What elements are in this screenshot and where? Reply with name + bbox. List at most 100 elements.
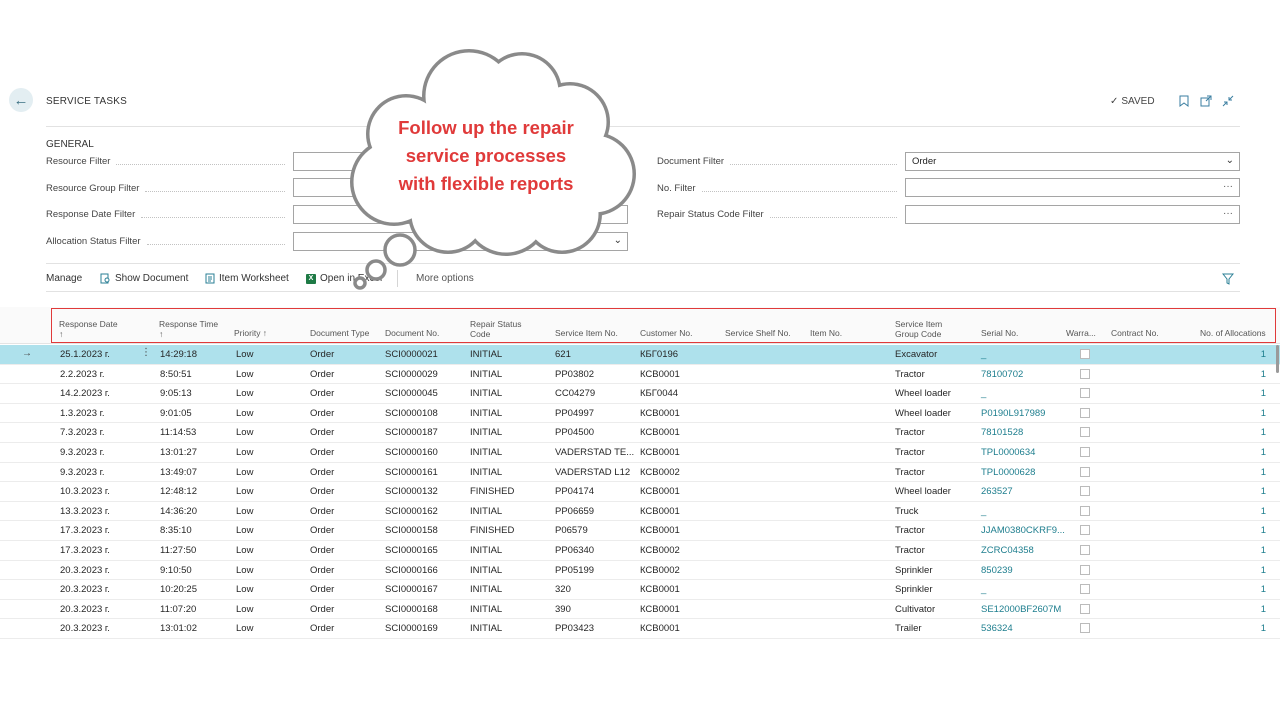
table-row[interactable]: 20.3.2023 г. 10:20:25 Low Order SCI0000167 IN… — [0, 580, 1280, 600]
repair-status-code-filter-input[interactable]: ··· — [905, 205, 1240, 224]
cell-allocations[interactable]: 1 — [1230, 525, 1266, 536]
cell-doc-no[interactable]: SCI0000132 — [385, 486, 438, 497]
document-filter-select[interactable]: Order ⌄ — [905, 152, 1240, 171]
cell-priority: Low — [236, 545, 254, 556]
cell-allocations[interactable]: 1 — [1230, 467, 1266, 478]
table-row[interactable]: 20.3.2023 г. 11:07:20 Low Order SCI0000168 IN… — [0, 600, 1280, 620]
table-row[interactable]: 1.3.2023 г. 9:01:05 Low Order SCI0000108 INIT… — [0, 404, 1280, 424]
table-row[interactable]: 2.2.2023 г. 8:50:51 Low Order SCI0000029 INIT… — [0, 365, 1280, 385]
ellipsis-icon[interactable]: ··· — [1223, 181, 1233, 192]
cell-date: 10.3.2023 г. — [60, 486, 110, 498]
cell-doc-no[interactable]: SCI0000162 — [385, 506, 438, 517]
open-new-window-icon[interactable] — [1200, 95, 1212, 110]
warranty-checkbox[interactable] — [1080, 466, 1090, 477]
cell-allocations[interactable]: 1 — [1230, 349, 1266, 360]
item-worksheet-button[interactable]: Item Worksheet — [205, 273, 289, 284]
cell-group: Tractor — [895, 368, 925, 380]
cell-allocations[interactable]: 1 — [1230, 369, 1266, 380]
cell-allocations[interactable]: 1 — [1230, 604, 1266, 615]
cell-doc-no[interactable]: SCI0000108 — [385, 408, 438, 419]
cell-serial[interactable]: TPL0000634 — [981, 447, 1035, 458]
cell-doc-no[interactable]: SCI0000167 — [385, 584, 438, 595]
warranty-checkbox[interactable] — [1080, 486, 1090, 497]
table-row[interactable]: 9.3.2023 г. 13:49:07 Low Order SCI0000161 INI… — [0, 463, 1280, 483]
cell-doc-no[interactable]: SCI0000021 — [385, 349, 438, 360]
row-menu-icon[interactable]: ⋮ — [141, 347, 151, 358]
warranty-checkbox[interactable] — [1080, 564, 1090, 575]
cell-doc-no[interactable]: SCI0000165 — [385, 545, 438, 556]
warranty-checkbox[interactable] — [1080, 447, 1090, 457]
show-document-button[interactable]: Show Document — [100, 273, 188, 284]
cell-serial[interactable]: 536324 — [981, 623, 1013, 634]
warranty-checkbox[interactable] — [1080, 584, 1090, 595]
warranty-checkbox[interactable] — [1080, 407, 1090, 418]
filter-icon[interactable] — [1221, 272, 1235, 290]
manage-button[interactable]: Manage — [46, 273, 82, 284]
cell-customer: КСВ0001 — [640, 584, 680, 596]
cell-date: 17.3.2023 г. — [60, 525, 110, 537]
document-search-icon — [100, 273, 110, 284]
cell-status: INITIAL — [470, 349, 503, 360]
cell-serial[interactable]: ZCRC04358 — [981, 545, 1034, 556]
ellipsis-icon[interactable]: ··· — [1223, 208, 1233, 219]
cell-doc-no[interactable]: SCI0000187 — [385, 427, 438, 438]
no-filter-input[interactable]: ··· — [905, 178, 1240, 197]
cell-serial[interactable]: TPL0000628 — [981, 467, 1035, 478]
back-button[interactable]: ← — [9, 88, 33, 112]
table-row[interactable]: 17.3.2023 г. 8:35:10 Low Order SCI0000158 FIN… — [0, 521, 1280, 541]
vertical-scrollbar[interactable] — [1276, 345, 1279, 373]
warranty-checkbox[interactable] — [1080, 349, 1090, 359]
cell-doc-no[interactable]: SCI0000160 — [385, 447, 438, 458]
cell-doc-no[interactable]: SCI0000169 — [385, 623, 438, 634]
table-row[interactable]: 20.3.2023 г. 13:01:02 Low Order SCI0000169 IN… — [0, 619, 1280, 639]
cell-allocations[interactable]: 1 — [1230, 584, 1266, 595]
warranty-checkbox[interactable] — [1080, 388, 1090, 399]
cell-allocations[interactable]: 1 — [1230, 447, 1266, 458]
collapse-icon[interactable] — [1222, 95, 1234, 110]
warranty-checkbox[interactable] — [1080, 368, 1090, 379]
cell-serial[interactable]: 78101528 — [981, 427, 1023, 438]
cell-allocations[interactable]: 1 — [1230, 486, 1266, 497]
cell-allocations[interactable]: 1 — [1230, 388, 1266, 399]
worksheet-icon — [205, 273, 215, 284]
cell-serial[interactable]: 263527 — [981, 486, 1013, 497]
table-row[interactable]: 20.3.2023 г. 9:10:50 Low Order SCI0000166 INI… — [0, 561, 1280, 581]
warranty-checkbox[interactable] — [1080, 623, 1090, 634]
cell-serial[interactable]: 78100702 — [981, 369, 1023, 380]
cell-doc-no[interactable]: SCI0000161 — [385, 467, 438, 478]
cell-doc-no[interactable]: SCI0000045 — [385, 388, 438, 399]
cell-serial[interactable]: _ — [981, 388, 986, 399]
table-row[interactable]: 13.3.2023 г. 14:36:20 Low Order SCI0000162 IN… — [0, 502, 1280, 522]
cell-doc-no[interactable]: SCI0000168 — [385, 604, 438, 615]
table-row[interactable]: 9.3.2023 г. 13:01:27 Low Order SCI0000160 INI… — [0, 443, 1280, 463]
cell-doc-no[interactable]: SCI0000029 — [385, 369, 438, 380]
cell-serial[interactable]: _ — [981, 584, 986, 595]
bookmark-icon[interactable] — [1179, 95, 1189, 110]
warranty-checkbox[interactable] — [1080, 603, 1090, 614]
cell-allocations[interactable]: 1 — [1230, 506, 1266, 517]
table-row[interactable]: → ⋮ 25.1.2023 г. 14:29:18 Low Order SCI0000021… — [0, 345, 1280, 365]
cell-allocations[interactable]: 1 — [1230, 565, 1266, 576]
table-row[interactable]: 14.2.2023 г. 9:05:13 Low Order SCI0000045 INI… — [0, 384, 1280, 404]
warranty-checkbox[interactable] — [1080, 525, 1090, 536]
warranty-checkbox[interactable] — [1080, 545, 1090, 555]
cell-doc-no[interactable]: SCI0000158 — [385, 525, 438, 536]
table-row[interactable]: 17.3.2023 г. 11:27:50 Low Order SCI0000165 IN… — [0, 541, 1280, 561]
cell-allocations[interactable]: 1 — [1230, 408, 1266, 419]
cell-serial[interactable]: _ — [981, 349, 986, 360]
warranty-checkbox[interactable] — [1080, 427, 1090, 438]
table-row[interactable]: 7.3.2023 г. 11:14:53 Low Order SCI0000187 INI… — [0, 423, 1280, 443]
cell-serial[interactable]: SE12000BF2607M — [981, 604, 1061, 615]
cell-allocations[interactable]: 1 — [1230, 623, 1266, 634]
cell-serial[interactable]: 850239 — [981, 565, 1013, 576]
cell-serial[interactable]: JJAM0380CKRF9... — [981, 525, 1065, 536]
cell-allocations[interactable]: 1 — [1230, 545, 1266, 556]
warranty-checkbox[interactable] — [1080, 505, 1090, 516]
cell-serial[interactable]: _ — [981, 506, 986, 517]
cell-serial[interactable]: P0190L917989 — [981, 408, 1045, 419]
cell-doc-no[interactable]: SCI0000166 — [385, 565, 438, 576]
cell-time: 13:49:07 — [160, 466, 197, 478]
cell-allocations[interactable]: 1 — [1230, 427, 1266, 438]
cell-customer: КСВ0001 — [640, 427, 680, 439]
table-row[interactable]: 10.3.2023 г. 12:48:12 Low Order SCI0000132 FI… — [0, 482, 1280, 502]
